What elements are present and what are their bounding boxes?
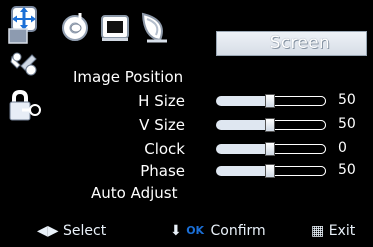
music-note-icon[interactable] bbox=[58, 9, 92, 43]
monitor-icon[interactable] bbox=[100, 14, 132, 42]
slider-thumb[interactable] bbox=[265, 118, 275, 132]
tools-icon[interactable] bbox=[9, 51, 39, 77]
menu-grid-icon: ▦ bbox=[311, 223, 325, 239]
slider-thumb[interactable] bbox=[265, 94, 275, 108]
phase-label[interactable]: Phase bbox=[115, 162, 185, 180]
slider-thumb[interactable] bbox=[265, 164, 275, 178]
clock-slider[interactable] bbox=[216, 142, 326, 156]
auto-adjust-label[interactable]: Auto Adjust bbox=[91, 184, 177, 202]
clock-value: 0 bbox=[338, 140, 347, 156]
move-arrows-icon[interactable] bbox=[6, 4, 44, 44]
image-position-label[interactable]: Image Position bbox=[73, 68, 183, 86]
select-hint: ◀▶ Select bbox=[37, 223, 107, 239]
v-size-slider[interactable] bbox=[216, 118, 326, 132]
menu-title: Screen bbox=[269, 33, 330, 53]
ok-badge: OK bbox=[186, 224, 205, 237]
h-size-value: 50 bbox=[338, 92, 356, 108]
menu-title-box: Screen bbox=[216, 31, 367, 56]
footer-help-bar: ◀▶ Select ⬇ OK Confirm ▦ Exit bbox=[0, 219, 373, 247]
lock-key-icon[interactable] bbox=[8, 90, 48, 124]
v-size-value: 50 bbox=[338, 116, 356, 132]
left-right-arrows-icon: ◀▶ bbox=[37, 223, 59, 239]
phase-value: 50 bbox=[338, 162, 356, 178]
satellite-dish-icon[interactable] bbox=[137, 10, 171, 44]
clock-label[interactable]: Clock bbox=[115, 140, 185, 158]
osd-menu: Screen Image Position H Size 50 V Size 5… bbox=[0, 0, 373, 247]
v-size-label[interactable]: V Size bbox=[115, 116, 185, 134]
exit-hint: ▦ Exit bbox=[311, 223, 356, 239]
h-size-label[interactable]: H Size bbox=[115, 92, 185, 110]
down-arrow-icon: ⬇ bbox=[170, 223, 182, 239]
confirm-hint: ⬇ OK Confirm bbox=[170, 223, 266, 239]
slider-thumb[interactable] bbox=[265, 142, 275, 156]
phase-slider[interactable] bbox=[216, 164, 326, 178]
h-size-slider[interactable] bbox=[216, 94, 326, 108]
